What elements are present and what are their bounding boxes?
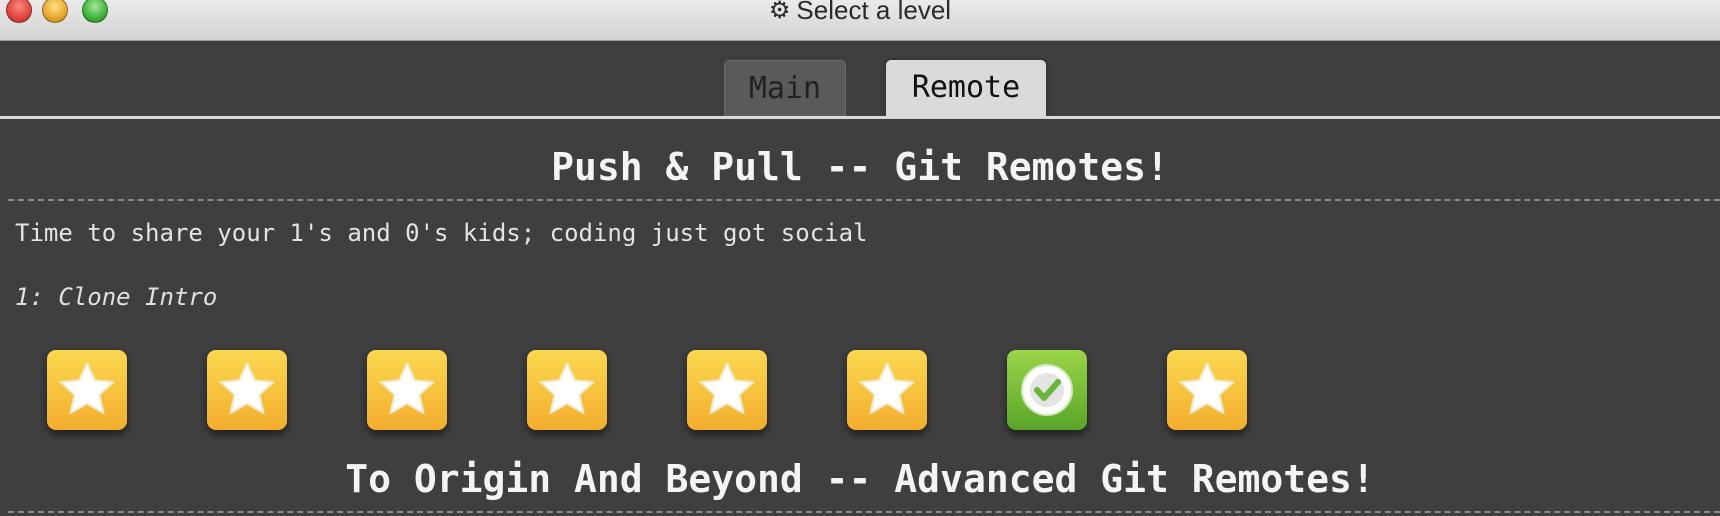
checkmark-icon (1021, 364, 1073, 416)
level-buttons (0, 350, 1720, 436)
level-button-4[interactable] (527, 350, 607, 430)
window-title-text: Select a level (796, 0, 952, 25)
star-icon (539, 362, 595, 415)
window-titlebar: ⚙ Select a level (0, 0, 1720, 41)
level-button-5[interactable] (687, 350, 767, 430)
level-button-1[interactable] (47, 350, 127, 430)
tab-remote[interactable]: Remote (886, 60, 1046, 116)
current-level-label: 1: Clone Intro (15, 283, 218, 311)
tab-bar: Main Remote (0, 40, 1720, 118)
star-icon (219, 362, 275, 415)
tab-main[interactable]: Main (724, 60, 846, 116)
star-icon (699, 362, 755, 415)
section-description: Time to share your 1's and 0's kids; cod… (15, 219, 868, 247)
level-button-2[interactable] (207, 350, 287, 430)
section-title-push-pull: Push & Pull -- Git Remotes! (551, 145, 1169, 189)
level-button-3[interactable] (367, 350, 447, 430)
level-button-8[interactable] (1167, 350, 1247, 430)
section-title-advanced-remotes: To Origin And Beyond -- Advanced Git Rem… (345, 457, 1375, 501)
gear-icon: ⚙ (768, 0, 791, 24)
star-icon (1179, 362, 1235, 415)
level-list: Push & Pull -- Git Remotes! Time to shar… (0, 119, 1720, 516)
star-icon (859, 362, 915, 415)
level-button-7[interactable] (1007, 350, 1087, 430)
section-divider (8, 511, 1720, 513)
level-button-6[interactable] (847, 350, 927, 430)
star-icon (59, 362, 115, 415)
star-icon (379, 362, 435, 415)
section-divider (8, 199, 1720, 201)
window-title: ⚙ Select a level (0, 0, 1720, 26)
